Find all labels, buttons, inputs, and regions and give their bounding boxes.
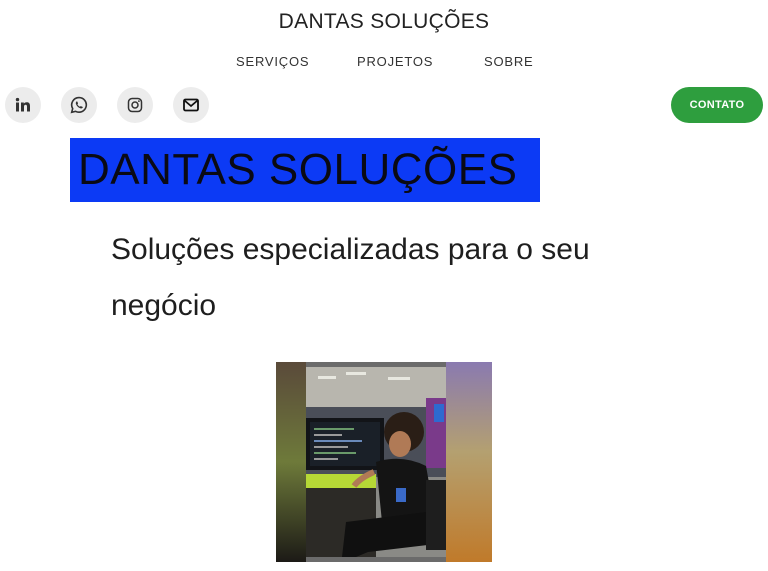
main-nav: SERVIÇOS PROJETOS SOBRE <box>0 54 768 74</box>
nav-projetos[interactable]: PROJETOS <box>357 54 433 69</box>
contact-button[interactable]: CONTATO <box>671 87 763 123</box>
linkedin-link[interactable] <box>5 87 41 123</box>
email-link[interactable] <box>173 87 209 123</box>
site-title: DANTAS SOLUÇÕES <box>278 10 490 33</box>
instagram-icon <box>127 97 143 113</box>
email-icon <box>183 98 199 112</box>
profile-photo <box>276 362 492 562</box>
nav-sobre[interactable]: SOBRE <box>484 54 534 69</box>
hero-subtitle: Soluções especializadas para o seu negóc… <box>111 233 590 322</box>
hero-title: DANTAS SOLUÇÕES <box>70 138 540 202</box>
instagram-link[interactable] <box>117 87 153 123</box>
nav-servicos[interactable]: SERVIÇOS <box>236 54 309 69</box>
linkedin-icon <box>15 97 31 113</box>
whatsapp-icon <box>70 96 88 114</box>
whatsapp-link[interactable] <box>61 87 97 123</box>
